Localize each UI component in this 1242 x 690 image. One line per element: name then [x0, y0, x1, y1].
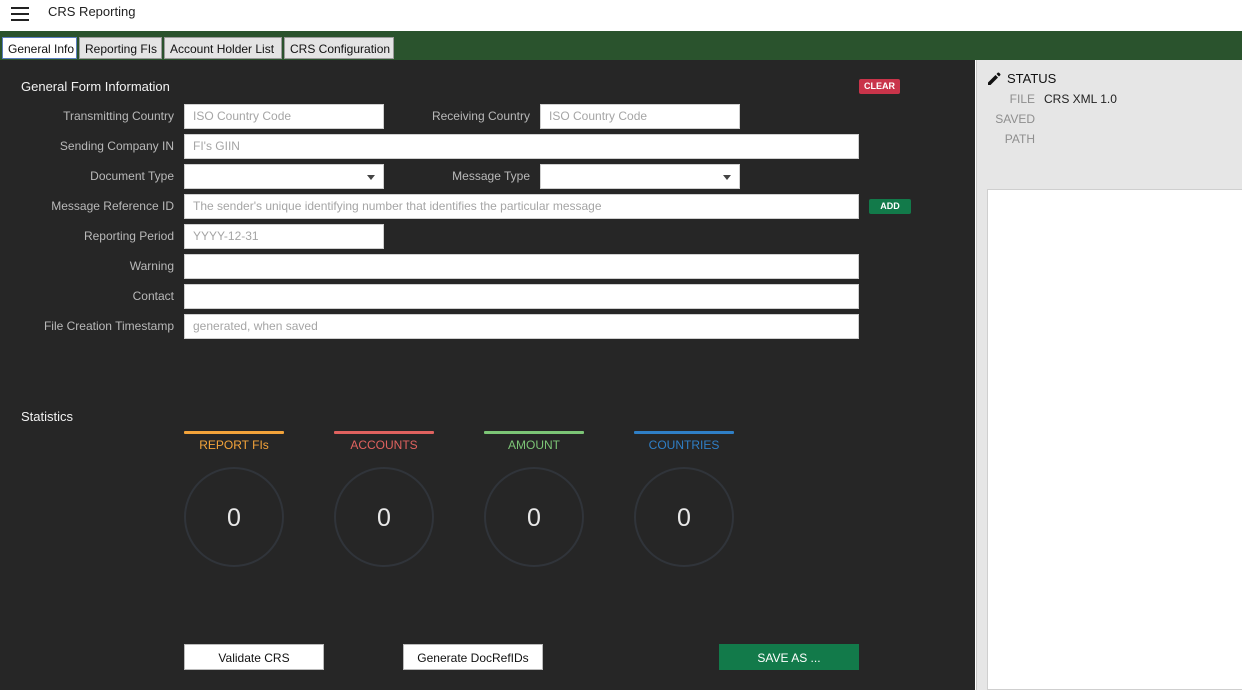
- warning-input[interactable]: [184, 254, 859, 279]
- amount-color-bar: [484, 431, 584, 434]
- amount-value: 0: [527, 504, 541, 532]
- document-type-label: Document Type: [90, 169, 174, 183]
- countries-value: 0: [677, 504, 691, 532]
- form-title: General Form Information: [21, 79, 170, 94]
- hamburger-menu-icon[interactable]: [11, 6, 29, 22]
- reporting-period-input[interactable]: YYYY-12-31: [184, 224, 384, 249]
- saved-key: SAVED: [995, 112, 1035, 126]
- validate-crs-button[interactable]: Validate CRS: [184, 644, 324, 670]
- statistics-title: Statistics: [21, 409, 74, 424]
- accounts-color-bar: [334, 431, 434, 434]
- transmitting-country-label: Transmitting Country: [63, 109, 174, 123]
- file-creation-timestamp-label: File Creation Timestamp: [43, 319, 174, 333]
- contact-input[interactable]: [184, 284, 859, 309]
- transmitting-country-input[interactable]: ISO Country Code: [184, 104, 384, 129]
- save-as-button[interactable]: SAVE AS ...: [719, 644, 859, 670]
- pencil-icon: [988, 72, 1001, 85]
- status-panel: STATUS FILE CRS XML 1.0 SAVED PATH: [976, 60, 1242, 690]
- tab-general-info[interactable]: General Info: [2, 37, 77, 59]
- chevron-down-icon: [723, 175, 731, 180]
- add-button[interactable]: ADD: [869, 199, 911, 214]
- tab-bar: General Info Reporting FIs Account Holde…: [0, 31, 1242, 60]
- sending-company-in-label: Sending Company IN: [59, 139, 174, 153]
- clear-button[interactable]: CLEAR: [859, 79, 900, 94]
- accounts-label: ACCOUNTS: [350, 438, 418, 452]
- countries-color-bar: [634, 431, 734, 434]
- report-fis-color-bar: [184, 431, 284, 434]
- app-header: CRS Reporting: [0, 0, 1242, 31]
- file-value: CRS XML 1.0: [1044, 92, 1117, 106]
- app-title: CRS Reporting: [48, 4, 136, 19]
- file-key: FILE: [1009, 92, 1035, 106]
- tab-account-holder-list[interactable]: Account Holder List: [164, 37, 282, 59]
- sending-company-in-input[interactable]: FI's GIIN: [184, 134, 859, 159]
- report-fis-label: REPORT FIs: [199, 438, 269, 452]
- receiving-country-input[interactable]: ISO Country Code: [540, 104, 740, 129]
- document-type-select[interactable]: [184, 164, 384, 189]
- receiving-country-label: Receiving Country: [431, 109, 530, 123]
- file-creation-timestamp-input[interactable]: generated, when saved: [184, 314, 859, 339]
- amount-label: AMOUNT: [508, 438, 560, 452]
- general-info-panel: General Form Information CLEAR Transmitt…: [0, 60, 975, 690]
- chevron-down-icon: [367, 175, 375, 180]
- message-type-select[interactable]: [540, 164, 740, 189]
- message-reference-id-label: Message Reference ID: [51, 199, 174, 213]
- message-reference-id-input[interactable]: The sender's unique identifying number t…: [184, 194, 859, 219]
- reporting-period-label: Reporting Period: [83, 229, 174, 243]
- tab-crs-configuration[interactable]: CRS Configuration: [284, 37, 394, 59]
- warning-label: Warning: [129, 259, 174, 273]
- generate-docrefids-button[interactable]: Generate DocRefIDs: [403, 644, 543, 670]
- message-type-label: Message Type: [452, 169, 530, 183]
- report-fis-value: 0: [227, 504, 241, 532]
- status-title: STATUS: [1007, 71, 1057, 86]
- tab-reporting-fis[interactable]: Reporting FIs: [79, 37, 162, 59]
- countries-label: COUNTRIES: [648, 438, 720, 452]
- contact-label: Contact: [132, 289, 174, 303]
- status-log-area[interactable]: [987, 189, 1242, 690]
- accounts-value: 0: [377, 504, 391, 532]
- path-key: PATH: [1004, 132, 1035, 146]
